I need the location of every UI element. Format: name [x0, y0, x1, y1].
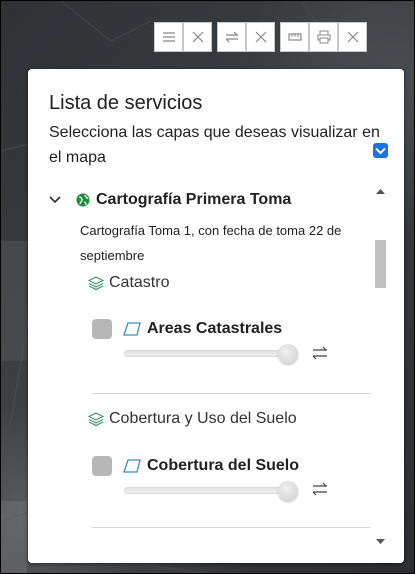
services-panel: Lista de servicios Selecciona las capas … [28, 69, 404, 563]
service-header[interactable]: Cartografía Primera Toma [48, 191, 291, 209]
polygon-icon [123, 322, 141, 336]
globe-icon [76, 193, 90, 207]
layer-row-areas-catastrales: Areas Catastrales [92, 319, 282, 339]
group-title-cobertura: Cobertura y Uso del Suelo [88, 410, 297, 428]
select-all-checkbox[interactable] [373, 143, 388, 158]
close-tools-button[interactable] [338, 22, 367, 52]
close-icon [192, 31, 203, 43]
toolbar-group-tools [280, 19, 367, 55]
layers-icon [88, 412, 104, 426]
slider-track[interactable] [124, 487, 298, 494]
service-title: Cartografía Primera Toma [96, 191, 292, 208]
map-background[interactable]: Lista de servicios Selecciona las capas … [0, 0, 415, 574]
group-title-catastro: Catastro [88, 274, 169, 292]
divider [92, 527, 371, 528]
group-label: Cobertura y Uso del Suelo [109, 410, 297, 427]
print-button[interactable] [309, 22, 338, 52]
service-description: Cartografía Toma 1, con fecha de toma 22… [80, 223, 342, 263]
slider-thumb[interactable] [278, 481, 298, 501]
layer-checkbox[interactable] [92, 456, 112, 476]
ruler-icon [287, 33, 302, 41]
scroll-up-icon[interactable] [375, 186, 386, 196]
layer-name: Areas Catastrales [147, 320, 283, 337]
menu-button[interactable] [154, 22, 183, 52]
opacity-slider[interactable] [124, 481, 300, 501]
toolbar-group-list [154, 19, 212, 55]
group-label: Catastro [109, 274, 170, 291]
opacity-slider[interactable] [124, 344, 300, 364]
measure-button[interactable] [280, 22, 309, 52]
hamburger-icon [162, 32, 175, 42]
services-list: Cartografía Primera Toma Cartografía Tom… [28, 182, 404, 563]
layer-row-cobertura-del-suelo: Cobertura del Suelo [92, 456, 299, 476]
map-toolbar [154, 19, 367, 55]
swipe-button[interactable] [217, 22, 246, 52]
layer-name: Cobertura del Suelo [147, 457, 300, 474]
panel-title: Lista de servicios [49, 92, 203, 114]
scroll-down-icon[interactable] [375, 537, 386, 547]
print-icon [317, 30, 330, 44]
slider-thumb[interactable] [278, 344, 298, 364]
panel-description: Selecciona las capas que deseas visualiz… [49, 124, 380, 166]
close-icon [255, 31, 266, 43]
swap-arrows-icon[interactable] [312, 346, 328, 360]
close-swipe-button[interactable] [246, 22, 275, 52]
scrollbar-thumb[interactable] [375, 240, 386, 288]
chevron-down-icon[interactable] [48, 193, 62, 207]
layers-icon [88, 276, 104, 290]
divider [92, 393, 371, 394]
close-icon [347, 31, 358, 43]
chevron-down-icon [375, 147, 386, 154]
slider-track[interactable] [124, 350, 298, 357]
toolbar-group-swipe [217, 19, 275, 55]
layer-checkbox[interactable] [92, 319, 112, 339]
swap-arrows-icon [225, 31, 238, 43]
polygon-icon [123, 459, 141, 473]
swap-arrows-icon[interactable] [312, 482, 328, 496]
scrollbar[interactable] [372, 182, 389, 556]
close-list-button[interactable] [183, 22, 212, 52]
